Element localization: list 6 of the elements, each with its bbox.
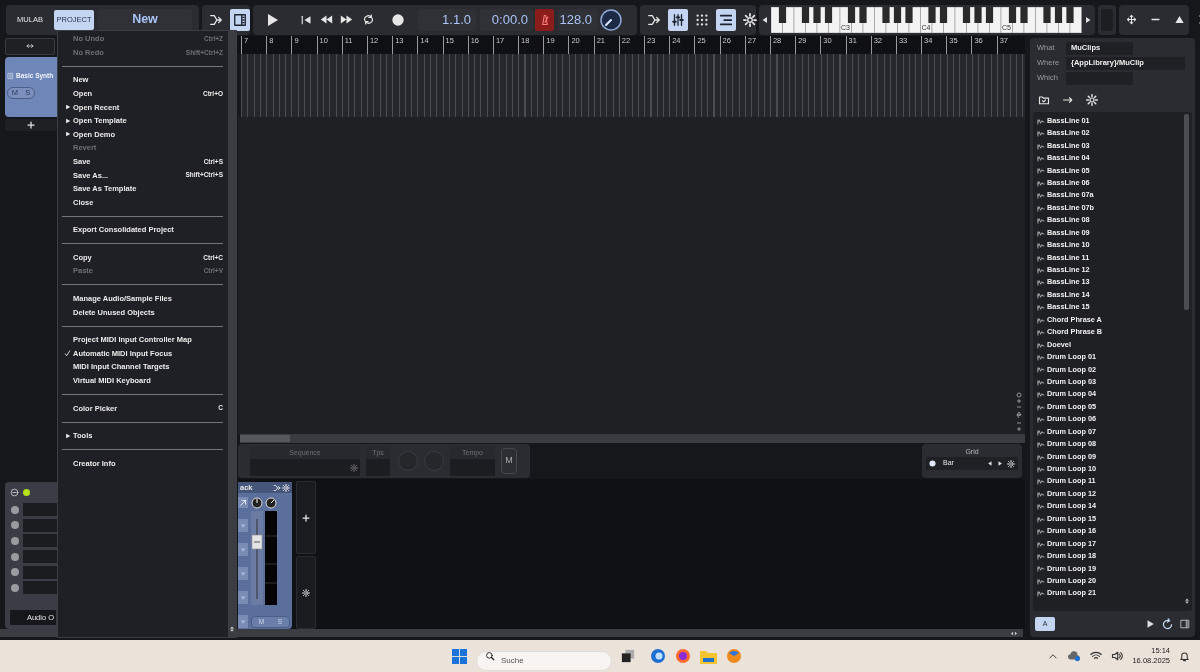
- tempo-display: 128.0: [558, 8, 597, 31]
- position-display: 1.1.0: [418, 8, 476, 31]
- project-title: New: [98, 8, 192, 31]
- search-field[interactable]: Suche: [476, 650, 612, 671]
- m-button[interactable]: M: [501, 448, 517, 474]
- time-display: 0:00.0: [480, 8, 533, 31]
